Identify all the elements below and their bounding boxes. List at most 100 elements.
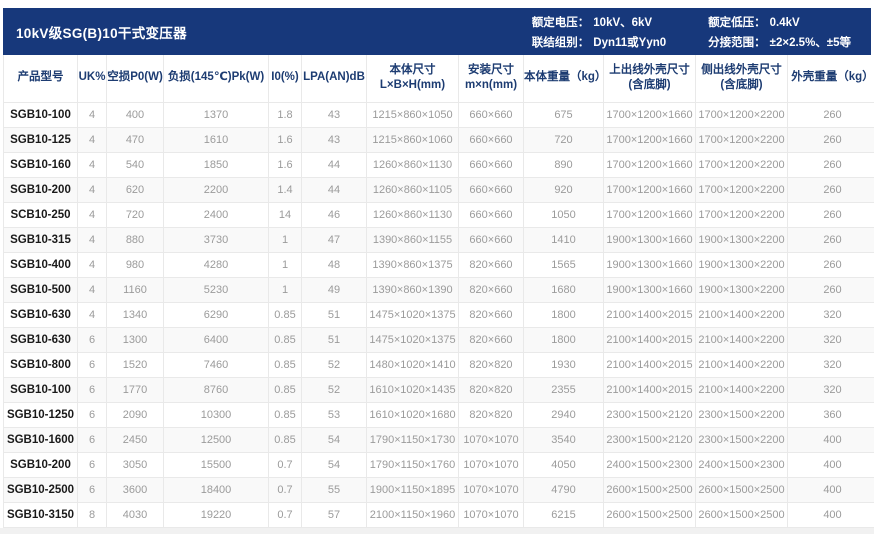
value-cell: 47: [302, 227, 367, 252]
value-cell: 1215×860×1060: [367, 127, 459, 152]
value-cell: 6: [78, 352, 107, 377]
value-cell: 44: [302, 177, 367, 202]
table-row: SGB10-400498042801481390×860×1375820×660…: [4, 252, 874, 277]
value-cell: 2940: [524, 402, 604, 427]
value-cell: 1700×1200×2200: [696, 102, 788, 127]
value-cell: 720: [107, 202, 164, 227]
value-cell: 320: [788, 352, 874, 377]
model-cell: SGB10-630: [4, 302, 78, 327]
value-cell: 620: [107, 177, 164, 202]
value-cell: 820×660: [459, 327, 524, 352]
value-cell: 4: [78, 102, 107, 127]
value-cell: 10300: [164, 402, 269, 427]
value-cell: 1700×1200×1660: [604, 152, 696, 177]
value-cell: 6215: [524, 502, 604, 527]
value-cell: 6: [78, 327, 107, 352]
value-cell: 1070×1070: [459, 477, 524, 502]
value-cell: 3540: [524, 427, 604, 452]
value-cell: 890: [524, 152, 604, 177]
value-cell: 660×660: [459, 152, 524, 177]
value-cell: 660×660: [459, 227, 524, 252]
model-cell: SGB10-500: [4, 277, 78, 302]
value-cell: 820×660: [459, 302, 524, 327]
value-cell: 260: [788, 127, 874, 152]
value-cell: 1565: [524, 252, 604, 277]
value-cell: 1.6: [269, 127, 302, 152]
value-cell: 1050: [524, 202, 604, 227]
value-cell: 1370: [164, 102, 269, 127]
value-cell: 6: [78, 452, 107, 477]
spec-tapping-range: 分接范围： ±2×2.5%、±5等: [708, 34, 851, 50]
value-cell: 6: [78, 377, 107, 402]
spec-value: 10kV、6kV: [593, 17, 652, 29]
value-cell: 5230: [164, 277, 269, 302]
value-cell: 1610: [164, 127, 269, 152]
value-cell: 6290: [164, 302, 269, 327]
value-cell: 6400: [164, 327, 269, 352]
value-cell: 660×660: [459, 102, 524, 127]
value-cell: 4: [78, 252, 107, 277]
value-cell: 1790×1150×1730: [367, 427, 459, 452]
value-cell: 1160: [107, 277, 164, 302]
value-cell: 2100×1150×1960: [367, 502, 459, 527]
value-cell: 260: [788, 252, 874, 277]
table-row: SGB10-315084030192200.7572100×1150×19601…: [4, 502, 874, 527]
value-cell: 980: [107, 252, 164, 277]
value-cell: 880: [107, 227, 164, 252]
value-cell: 18400: [164, 477, 269, 502]
value-cell: 2355: [524, 377, 604, 402]
model-cell: SGB10-3150: [4, 502, 78, 527]
value-cell: 6: [78, 402, 107, 427]
value-cell: 1610×1020×1435: [367, 377, 459, 402]
column-header: 上出线外壳尺寸(含底脚): [604, 55, 696, 102]
value-cell: 1680: [524, 277, 604, 302]
value-cell: 44: [302, 152, 367, 177]
spec-value: ±2×2.5%、±5等: [770, 37, 851, 49]
value-cell: 2300×1500×2200: [696, 427, 788, 452]
value-cell: 1300: [107, 327, 164, 352]
spec-label: 分接范围：: [708, 37, 766, 49]
value-cell: 820×660: [459, 252, 524, 277]
value-cell: 675: [524, 102, 604, 127]
value-cell: 12500: [164, 427, 269, 452]
value-cell: 3600: [107, 477, 164, 502]
value-cell: 260: [788, 277, 874, 302]
value-cell: 1480×1020×1410: [367, 352, 459, 377]
table-row: SGB10-200462022001.4441260×860×1105660×6…: [4, 177, 874, 202]
value-cell: 4790: [524, 477, 604, 502]
table-row: SGB10-8006152074600.85521480×1020×141082…: [4, 352, 874, 377]
page-title: 10kV级SG(B)10干式变压器: [16, 22, 187, 42]
value-cell: 4: [78, 202, 107, 227]
model-cell: SGB10-630: [4, 327, 78, 352]
value-cell: 1850: [164, 152, 269, 177]
value-cell: 1070×1070: [459, 502, 524, 527]
value-cell: 52: [302, 377, 367, 402]
value-cell: 54: [302, 427, 367, 452]
spec-label: 联结组别：: [532, 37, 590, 49]
value-cell: 4: [78, 177, 107, 202]
bottom-strip: [0, 528, 874, 534]
table-row: SGB10-160454018501.6441260×860×1130660×6…: [4, 152, 874, 177]
value-cell: 660×660: [459, 202, 524, 227]
value-cell: 4: [78, 127, 107, 152]
value-cell: 1390×860×1155: [367, 227, 459, 252]
value-cell: 400: [788, 477, 874, 502]
model-cell: SGB10-1600: [4, 427, 78, 452]
value-cell: 2100×1400×2015: [604, 377, 696, 402]
value-cell: 820×820: [459, 377, 524, 402]
value-cell: 48: [302, 252, 367, 277]
value-cell: 260: [788, 177, 874, 202]
value-cell: 820×820: [459, 402, 524, 427]
value-cell: 0.85: [269, 327, 302, 352]
value-cell: 57: [302, 502, 367, 527]
model-cell: SGB10-200: [4, 452, 78, 477]
column-header: LPA(AN)dB: [302, 55, 367, 102]
model-cell: SGB10-125: [4, 127, 78, 152]
value-cell: 1700×1200×2200: [696, 152, 788, 177]
value-cell: 6: [78, 427, 107, 452]
value-cell: 1700×1200×2200: [696, 202, 788, 227]
model-cell: SGB10-2500: [4, 477, 78, 502]
value-cell: 400: [788, 427, 874, 452]
spec-label: 额定低压：: [708, 17, 766, 29]
value-cell: 0.7: [269, 452, 302, 477]
